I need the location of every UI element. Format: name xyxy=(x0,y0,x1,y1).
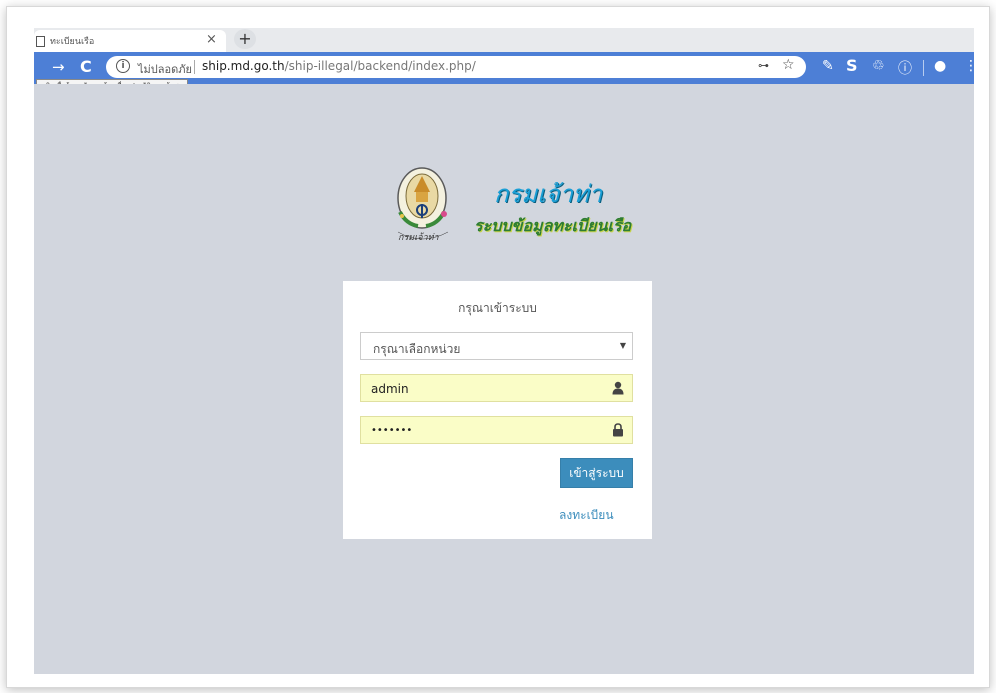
url-host: ship.md.go.th xyxy=(202,59,285,73)
url-path: /ship-illegal/backend/index.php/ xyxy=(284,59,476,73)
login-heading: กรุณาเข้าระบบ xyxy=(458,301,537,315)
department-title: กรมเจ้าท่า xyxy=(494,180,603,208)
page-content: กรมเจ้าท่า กรมเจ้าท่า ระบบข้อมูลทะเบียนเ… xyxy=(34,84,974,674)
unit-select-value: กรุณาเลือกหน่วย xyxy=(373,342,461,356)
browser-tab[interactable]: ทะเบียนเรือ × xyxy=(34,30,226,52)
password-field[interactable]: ••••••• xyxy=(360,416,633,444)
password-value: ••••••• xyxy=(371,425,413,436)
unit-select[interactable]: กรุณาเลือกหน่วย ▼ xyxy=(360,332,633,360)
username-field[interactable]: admin xyxy=(360,374,633,402)
bookmark-star-icon[interactable]: ☆ xyxy=(782,57,795,73)
address-divider xyxy=(194,60,195,74)
security-label[interactable]: ไม่ปลอดภัย xyxy=(138,60,192,78)
url-text[interactable]: ship.md.go.th/ship-illegal/backend/index… xyxy=(202,59,476,73)
toolbar-divider xyxy=(923,60,924,76)
key-icon[interactable]: ⊶ xyxy=(758,59,769,72)
system-subtitle: ระบบข้อมูลทะเบียนเรือ xyxy=(474,216,632,235)
seal-caption: กรมเจ้าท่า xyxy=(398,232,440,243)
info-icon[interactable]: i xyxy=(116,59,130,73)
address-bar[interactable]: i ไม่ปลอดภัย ship.md.go.th/ship-illegal/… xyxy=(106,56,806,78)
login-submit-button[interactable]: เข้าสู่ระบบ xyxy=(560,458,633,488)
tab-close-icon[interactable]: × xyxy=(206,32,217,47)
forward-icon[interactable]: → xyxy=(52,58,65,76)
extension-pen-icon[interactable]: ✎ xyxy=(822,58,834,74)
profile-avatar-icon[interactable]: ● xyxy=(934,58,946,74)
tab-strip: ทะเบียนเรือ × + xyxy=(34,28,974,52)
marine-department-seal-logo: กรมเจ้าท่า xyxy=(397,167,449,243)
user-icon xyxy=(612,381,624,395)
new-tab-button[interactable]: + xyxy=(234,29,256,49)
lock-icon xyxy=(613,423,623,437)
login-panel: กรุณาเข้าระบบ กรุณาเลือกหน่วย ▼ admin ••… xyxy=(343,281,652,539)
dropdown-caret-icon: ▼ xyxy=(619,341,626,350)
username-value: admin xyxy=(371,382,409,396)
extension-info-icon[interactable]: ⓘ xyxy=(898,58,912,78)
extension-s-icon[interactable]: S xyxy=(846,56,858,75)
page-icon xyxy=(36,36,45,47)
browser-menu-icon[interactable]: ⋮ xyxy=(964,58,978,74)
register-link[interactable]: ลงทะเบียน xyxy=(559,506,614,525)
tab-title: ทะเบียนเรือ xyxy=(50,37,95,47)
extension-recycle-icon[interactable]: ♲ xyxy=(872,58,885,74)
reload-icon[interactable]: C xyxy=(80,57,92,76)
